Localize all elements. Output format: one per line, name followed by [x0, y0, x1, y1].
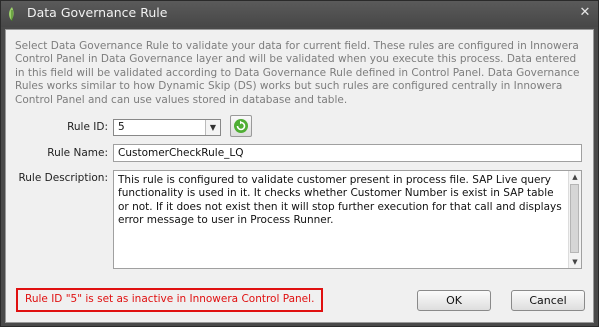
rule-name-field[interactable]: CustomerCheckRule_LQ	[113, 144, 582, 162]
status-message-box: Rule ID "5" is set as inactive in Innowe…	[16, 288, 323, 312]
rule-description-value: This rule is configured to validate cust…	[118, 174, 562, 227]
title-bar: Data Governance Rule ✕	[1, 1, 598, 27]
dialog-body: Select Data Governance Rule to validate …	[5, 29, 594, 323]
error-message: Rule ID "5" is set as inactive in Innowe…	[25, 293, 315, 305]
rule-description-field[interactable]: This rule is configured to validate cust…	[113, 170, 582, 269]
scroll-up-icon[interactable]: ▲	[569, 171, 581, 183]
window-title: Data Governance Rule	[27, 5, 168, 20]
rule-id-label: Rule ID:	[67, 121, 108, 133]
scroll-thumb[interactable]	[570, 184, 579, 253]
rule-id-value: 5	[118, 121, 125, 133]
scroll-down-icon[interactable]: ▼	[569, 256, 581, 268]
cancel-button[interactable]: Cancel	[511, 290, 585, 311]
chevron-down-icon[interactable]: ▼	[205, 120, 220, 135]
rule-id-dropdown[interactable]: 5 ▼	[113, 119, 221, 136]
rule-description-label: Rule Description:	[18, 172, 108, 184]
ok-button[interactable]: OK	[417, 290, 491, 311]
dialog-window: Data Governance Rule ✕ Select Data Gover…	[0, 0, 599, 327]
vertical-scrollbar[interactable]: ▲ ▼	[568, 171, 581, 268]
leaf-icon	[7, 6, 17, 22]
info-text: Select Data Governance Rule to validate …	[15, 40, 580, 106]
rule-name-label: Rule Name:	[47, 147, 108, 159]
rule-name-value: CustomerCheckRule_LQ	[118, 147, 244, 159]
close-button[interactable]: ✕	[576, 4, 594, 22]
refresh-button[interactable]	[230, 115, 252, 137]
